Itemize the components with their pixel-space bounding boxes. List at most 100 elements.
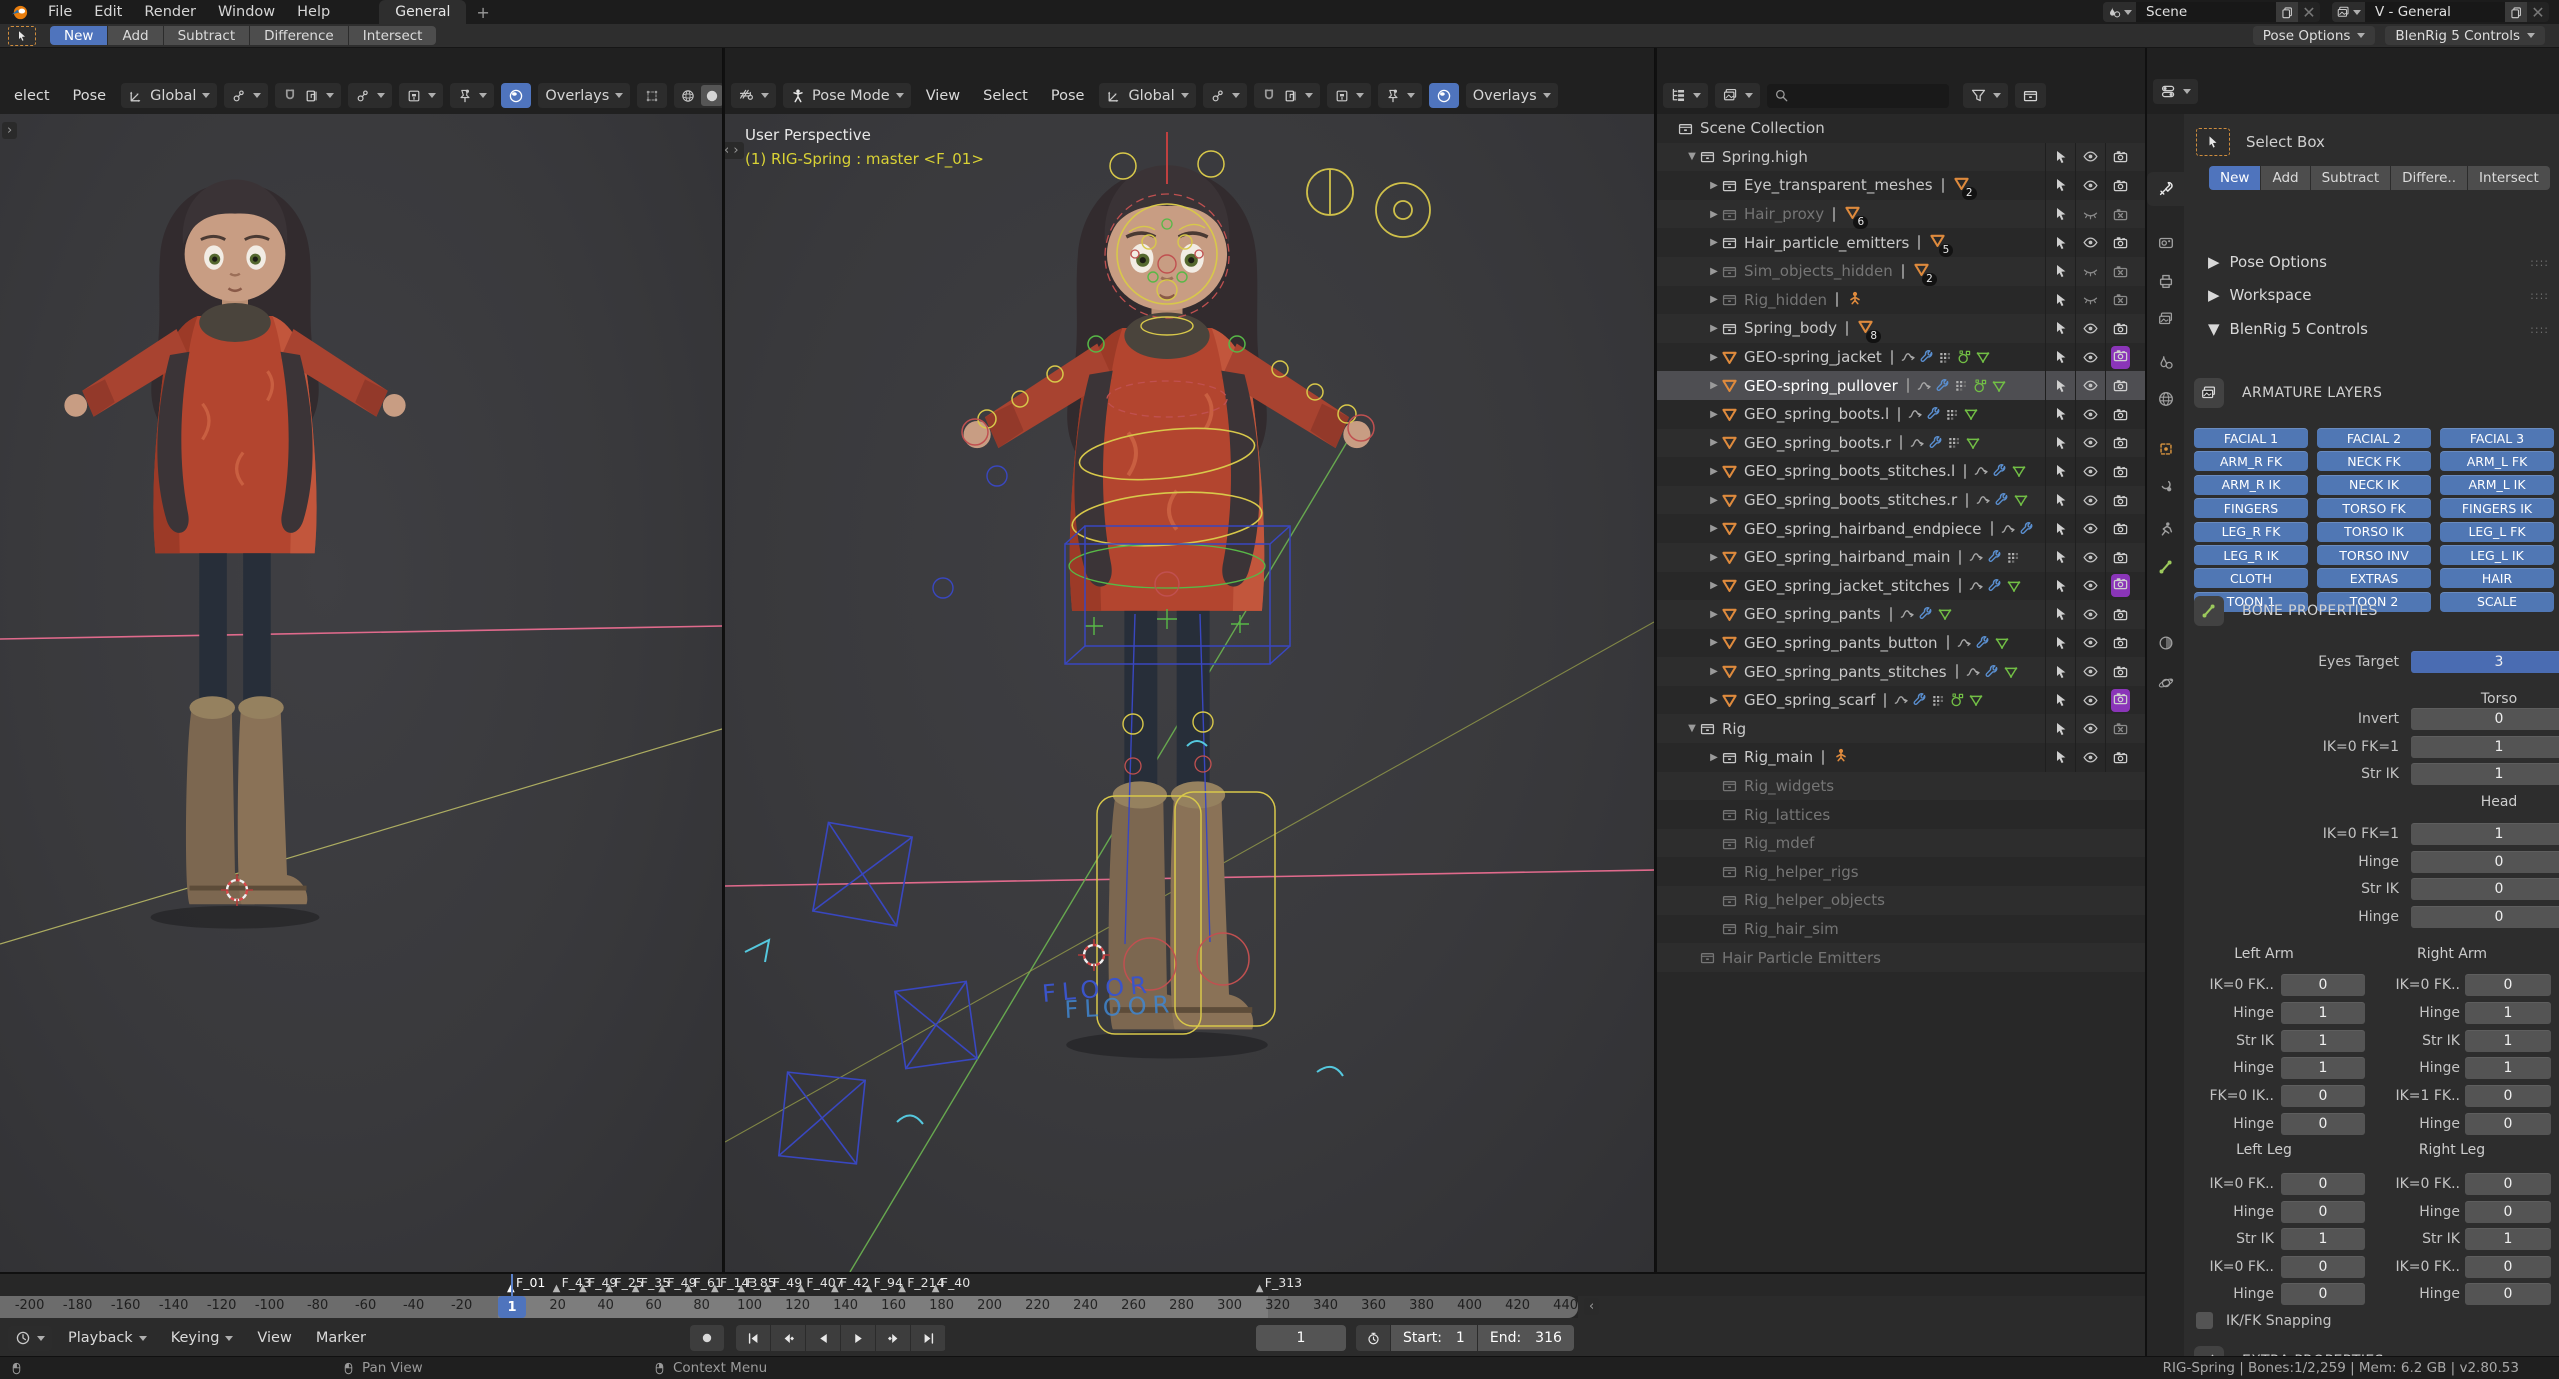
add-workspace-button[interactable]: + <box>466 3 499 22</box>
toggle-camera[interactable] <box>2105 514 2135 543</box>
toggle-camera[interactable] <box>2105 429 2135 458</box>
menu-help[interactable]: Help <box>286 0 341 24</box>
jump-to-start-button[interactable] <box>736 1325 771 1351</box>
meshdata-icon[interactable] <box>2003 664 2019 680</box>
outliner-row[interactable]: ▶Sim_objects_hidden2 <box>1657 257 2145 286</box>
prop-field-right-arm-0[interactable]: 0 <box>2465 974 2551 996</box>
prop-field-head-0[interactable]: 1 <box>2411 823 2559 845</box>
expand-expand-arrow[interactable]: ▶ <box>1707 352 1721 363</box>
prop-field-right-arm-4[interactable]: 0 <box>2465 1085 2551 1107</box>
tab-material[interactable] <box>2147 626 2184 660</box>
toggle-eye[interactable] <box>2075 657 2105 686</box>
toggle-eye[interactable] <box>2075 743 2105 772</box>
expand-collapse-arrow[interactable]: ▼ <box>1685 723 1699 734</box>
timeline-marker[interactable]: ▲ <box>579 1283 587 1294</box>
outliner-row[interactable]: ▶GEO_spring_pants <box>1657 600 2145 629</box>
toggle-eye[interactable] <box>2075 429 2105 458</box>
menu-keying[interactable]: Keying <box>163 1330 242 1346</box>
visibility-dropdown[interactable] <box>1327 83 1371 108</box>
viewport-right-content[interactable]: FLOOR FLOOR User Perspective (1) RIG-Spr… <box>725 114 1654 1272</box>
shapekey-icon[interactable] <box>1972 378 1988 394</box>
expand-expand-arrow[interactable]: ▶ <box>1707 380 1721 391</box>
toggle-camera[interactable] <box>2105 486 2135 515</box>
toggle-pointer[interactable] <box>2045 629 2075 658</box>
toggle-camera[interactable] <box>2105 743 2135 772</box>
prop-field-right-leg-3[interactable]: 0 <box>2465 1256 2551 1278</box>
layer-button-fingers-ik[interactable]: FINGERS IK <box>2440 498 2554 518</box>
wrench-icon[interactable] <box>1926 406 1942 422</box>
wrench-icon[interactable] <box>1935 378 1951 394</box>
toggle-pointer[interactable] <box>2045 143 2075 172</box>
dots-icon[interactable] <box>1931 693 1946 708</box>
layer-button-leg-l-ik[interactable]: LEG_L IK <box>2440 545 2554 565</box>
timeline-marker[interactable]: ▲ <box>797 1283 805 1294</box>
toggle-eye_closed[interactable] <box>2075 286 2105 315</box>
timeline-marker[interactable]: ▲ <box>605 1283 613 1294</box>
toggle-eye[interactable] <box>2075 543 2105 572</box>
toggle-eye[interactable] <box>2075 314 2105 343</box>
expand-expand-arrow[interactable]: ▶ <box>1707 180 1721 191</box>
prop-field-eyes-target[interactable]: 3 <box>2411 651 2559 673</box>
prop-field-torso-1[interactable]: 1 <box>2411 736 2559 758</box>
pivot-point-dropdown[interactable] <box>1203 83 1247 108</box>
meshdata-icon[interactable] <box>1965 435 1981 451</box>
anim-icon[interactable] <box>1900 349 1916 365</box>
prop-field-right-arm-5[interactable]: 0 <box>2465 1113 2551 1135</box>
select-mode-intersect[interactable]: Intersect <box>2468 166 2550 190</box>
copy-scene-button[interactable] <box>2276 2 2298 22</box>
wrench-icon[interactable] <box>1984 664 2000 680</box>
toggle-camera[interactable] <box>2105 457 2135 486</box>
prop-field-right-arm-3[interactable]: 1 <box>2465 1057 2551 1079</box>
outliner-row[interactable]: Scene Collection <box>1657 114 2145 143</box>
toggle-eye[interactable] <box>2075 228 2105 257</box>
region-join-arrows[interactable]: ‹ › <box>723 142 744 159</box>
select-mode-new[interactable]: New <box>2209 166 2261 190</box>
prop-field-head-3[interactable]: 0 <box>2411 906 2559 928</box>
panel-header-blenrig[interactable]: ▼BlenRig 5 Controls:::: <box>2208 317 2549 341</box>
expand-expand-arrow[interactable]: ▶ <box>1707 209 1721 220</box>
prop-field-left-leg-0[interactable]: 0 <box>2281 1173 2365 1195</box>
select-mode-differe[interactable]: Differe.. <box>2391 166 2468 190</box>
editor-type-dropdown[interactable] <box>1663 83 1708 108</box>
dots-icon[interactable] <box>2006 550 2021 565</box>
toggle-pointer[interactable] <box>2045 200 2075 229</box>
panel-header-workspace[interactable]: ▶Workspace:::: <box>2208 283 2549 307</box>
toggle-pointer[interactable] <box>2045 486 2075 515</box>
menu-select[interactable]: Select <box>975 88 1036 104</box>
toggle-pointer[interactable] <box>2045 572 2075 601</box>
anim-icon[interactable] <box>1909 435 1925 451</box>
meshdata-icon[interactable] <box>1975 349 1991 365</box>
expand-expand-arrow[interactable]: ▶ <box>1707 752 1721 763</box>
outliner-row[interactable]: Hair Particle Emitters <box>1657 943 2145 972</box>
select-mode-add[interactable]: Add <box>2261 166 2310 190</box>
light-gizmo-icon[interactable] <box>1307 169 1430 237</box>
layer-button-leg-l-fk[interactable]: LEG_L FK <box>2440 522 2554 542</box>
prop-field-left-arm-2[interactable]: 1 <box>2281 1030 2365 1052</box>
expand-expand-arrow[interactable]: ▶ <box>1707 580 1721 591</box>
layer-button-arm-r-ik[interactable]: ARM_R IK <box>2194 475 2308 495</box>
mode-dropdown[interactable]: Pose Mode <box>783 83 911 108</box>
timeline-marker[interactable]: ▲ <box>553 1283 561 1294</box>
outliner-row[interactable]: Rig_lattices <box>1657 800 2145 829</box>
layer-button-extras[interactable]: EXTRAS <box>2317 568 2431 588</box>
prop-field-left-arm-1[interactable]: 1 <box>2281 1002 2365 1024</box>
tab-constraints[interactable] <box>2147 470 2184 504</box>
wrench-icon[interactable] <box>1994 492 2010 508</box>
xray-toggle[interactable] <box>637 83 667 108</box>
layer-button-leg-r-ik[interactable]: LEG_R IK <box>2194 545 2308 565</box>
prop-field-left-arm-5[interactable]: 0 <box>2281 1113 2365 1135</box>
expand-expand-arrow[interactable]: ▶ <box>1707 409 1721 420</box>
editor-type-dropdown[interactable] <box>8 1326 52 1351</box>
meshdata-icon[interactable] <box>1963 406 1979 422</box>
end-frame-field[interactable]: End:316 <box>1477 1325 1574 1351</box>
unlink-scene-button[interactable]: ✕ <box>2298 2 2320 22</box>
meshdata-icon[interactable] <box>1968 692 1984 708</box>
wrench-icon[interactable] <box>1975 635 1991 651</box>
tab-tool[interactable] <box>2147 172 2184 206</box>
visibility-dropdown[interactable] <box>399 83 443 108</box>
outliner-row[interactable]: ▶Spring_body8 <box>1657 314 2145 343</box>
meshdata-icon[interactable] <box>2006 578 2022 594</box>
menu-view[interactable]: View <box>918 88 968 104</box>
snap-dropdown[interactable] <box>1254 83 1320 108</box>
pivot-point-dropdown[interactable] <box>224 83 268 108</box>
